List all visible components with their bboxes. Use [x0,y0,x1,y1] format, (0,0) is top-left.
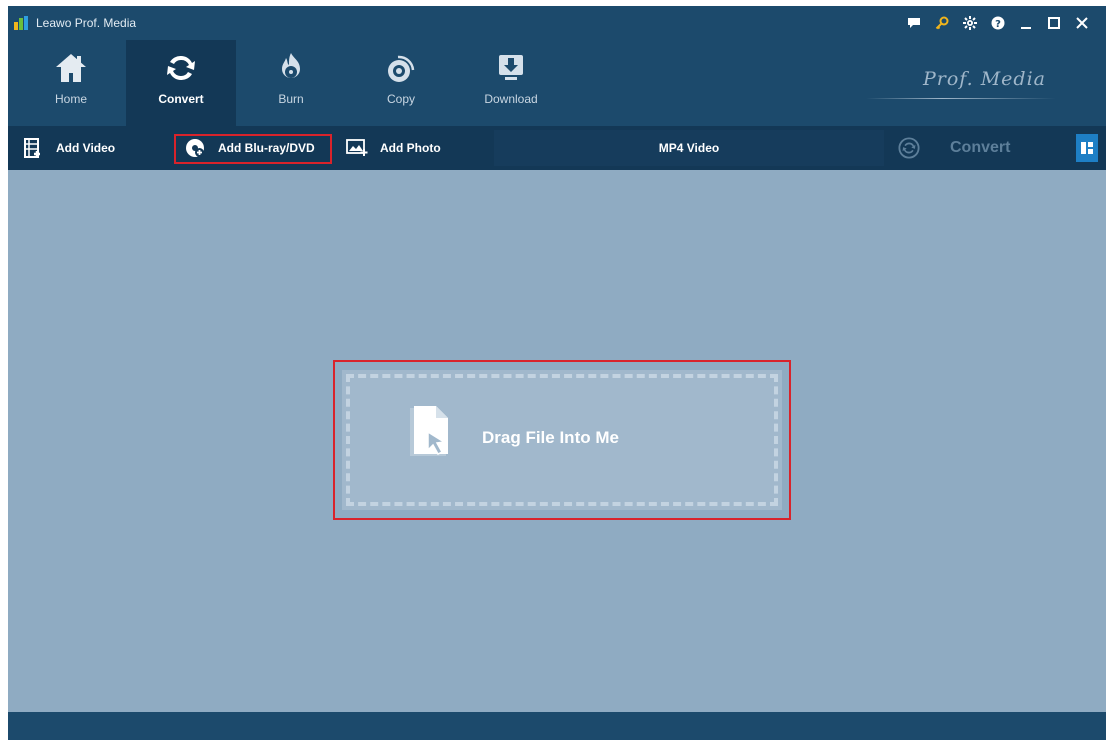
add-bluray-dvd-label: Add Blu-ray/DVD [218,141,315,155]
nav-home[interactable]: Home [16,40,126,126]
register-button[interactable] [928,12,956,34]
nav-download-label: Download [484,92,538,106]
chat-icon [908,18,920,28]
status-bar [8,712,1106,740]
burn-icon [271,48,311,88]
add-photo-icon [346,137,368,159]
feedback-button[interactable] [900,12,928,34]
add-video-label: Add Video [56,141,116,155]
app-logo-icon [14,16,28,30]
svg-text:?: ? [995,19,1001,30]
nav-burn[interactable]: Burn [236,40,346,126]
maximize-button[interactable] [1040,12,1068,34]
main-nav: Home Convert Burn Copy Download Prof. Me… [8,40,1106,126]
nav-copy-label: Copy [386,92,415,106]
close-icon [1076,17,1088,29]
nav-burn-label: Burn [278,92,304,106]
brand-underline [866,98,1056,99]
add-photo-label: Add Photo [380,141,441,155]
add-video-button[interactable]: Add Video [22,126,115,170]
help-icon: ? [991,16,1005,30]
convert-button[interactable]: Convert [898,126,1010,170]
drag-file-icon [410,406,448,456]
help-button[interactable]: ? [984,12,1012,34]
add-bluray-dvd-button[interactable]: Add Blu-ray/DVD [184,126,315,170]
nav-download[interactable]: Download [456,40,566,126]
home-icon [51,48,91,88]
drop-zone[interactable]: Drag File Into Me [342,370,782,510]
key-icon [935,16,949,30]
toolbar: Add Video Add Blu-ray/DVD Add Photo MP4 … [8,126,1106,170]
panel-layout-icon [1081,142,1093,154]
convert-disabled-icon [898,137,920,159]
close-button[interactable] [1068,12,1096,34]
app-window: Leawo Prof. Media ? Home Convert Burn Co… [8,6,1106,740]
maximize-icon [1048,17,1060,29]
minimize-icon [1021,27,1031,29]
panel-toggle-button[interactable] [1076,134,1098,162]
title-bar: Leawo Prof. Media ? [8,6,1106,40]
brand-logo: Prof. Media [922,68,1046,90]
gear-icon [963,16,977,30]
add-photo-button[interactable]: Add Photo [346,126,441,170]
drop-zone-text: Drag File Into Me [482,428,619,447]
output-format-label: MP4 Video [658,141,720,155]
copy-icon [381,48,421,88]
app-title: Leawo Prof. Media [36,16,137,30]
minimize-button[interactable] [1012,12,1040,34]
window-controls: ? [900,12,1096,34]
nav-home-label: Home [54,92,87,106]
settings-button[interactable] [956,12,984,34]
nav-convert-label: Convert [158,92,204,106]
nav-convert[interactable]: Convert [126,40,236,126]
disc-add-icon [184,137,206,159]
output-format-select[interactable]: MP4 Video [494,130,884,166]
add-video-icon [22,137,44,159]
download-icon [491,48,531,88]
nav-copy[interactable]: Copy [346,40,456,126]
convert-icon [161,48,201,88]
convert-label: Convert [950,139,1011,156]
